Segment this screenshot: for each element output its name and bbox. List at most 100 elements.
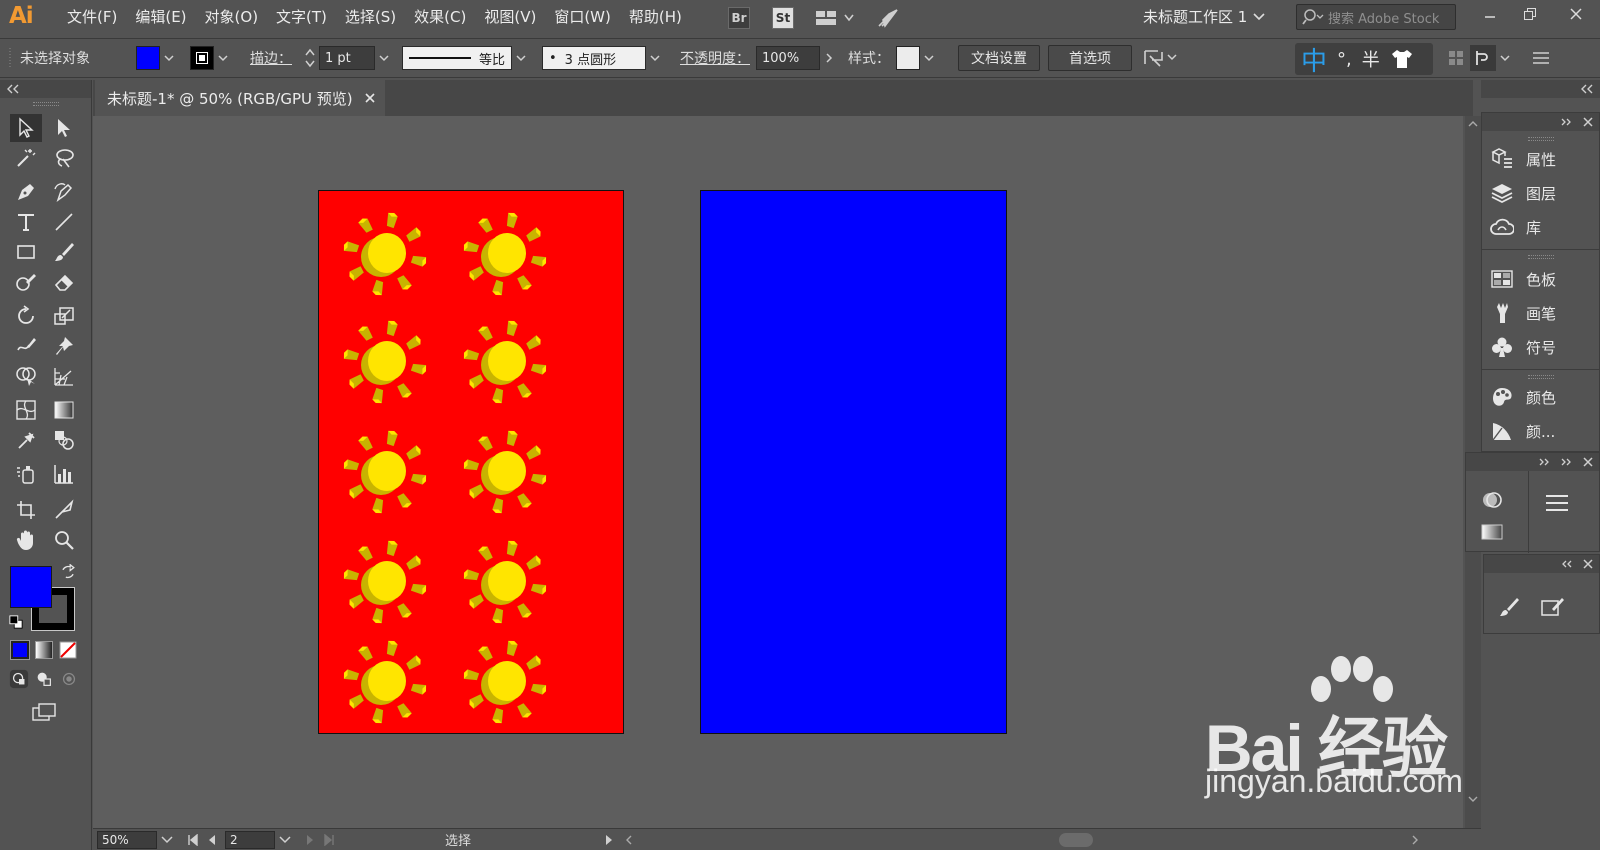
color-panel-item[interactable]: 颜色 <box>1490 381 1590 413</box>
panel-grip[interactable] <box>32 102 59 106</box>
previous-artboard-icon[interactable] <box>207 834 217 846</box>
draw-normal-button[interactable] <box>6 668 32 690</box>
brush-options-icon[interactable] <box>1540 597 1564 617</box>
sun-graphic[interactable] <box>457 317 553 407</box>
color-mode-button[interactable] <box>8 638 32 662</box>
collapse-panel-icon[interactable] <box>6 84 20 94</box>
expand-panels-icon[interactable] <box>1561 458 1573 466</box>
menu-effect[interactable]: 效果(C) <box>405 0 475 34</box>
expand-panels-icon[interactable] <box>1561 118 1573 126</box>
stroke-weight-control[interactable]: 1 pt <box>304 39 393 77</box>
ime-punctuation[interactable]: °, <box>1337 49 1352 70</box>
control-grip[interactable] <box>8 39 12 77</box>
arrange-documents-button[interactable] <box>812 7 860 29</box>
appearance-icon[interactable] <box>1480 489 1504 511</box>
direct-selection-tool[interactable] <box>48 114 80 142</box>
opacity-field[interactable]: 100% <box>756 46 820 70</box>
variable-width-profile[interactable]: 等比 <box>402 39 530 77</box>
fill-color-control[interactable] <box>136 39 178 77</box>
transform-button[interactable] <box>1470 39 1514 77</box>
horizontal-scroll-thumb[interactable] <box>1059 833 1093 847</box>
profile-field[interactable]: 等比 <box>402 46 512 70</box>
stroke-weight-dropdown[interactable] <box>375 46 393 70</box>
none-mode-button[interactable] <box>56 638 80 662</box>
eyedropper-tool[interactable] <box>10 426 42 454</box>
stroke-dropdown[interactable] <box>214 46 232 70</box>
symbols-panel-item[interactable]: 符号 <box>1490 331 1590 363</box>
gradient-panel-icon[interactable] <box>1480 523 1504 541</box>
mesh-tool[interactable] <box>10 396 42 424</box>
paintbrush-tool[interactable] <box>48 238 80 266</box>
sun-graphic[interactable] <box>337 209 433 299</box>
restore-button[interactable] <box>1510 0 1550 28</box>
sun-graphic[interactable] <box>337 637 433 727</box>
close-tab-icon[interactable] <box>365 93 375 103</box>
align-panel-icon[interactable] <box>1544 493 1570 513</box>
menu-select[interactable]: 选择(S) <box>336 0 405 34</box>
sun-graphic[interactable] <box>457 209 553 299</box>
menu-help[interactable]: 帮助(H) <box>620 0 691 34</box>
status-menu-icon[interactable] <box>605 834 613 846</box>
menu-view[interactable]: 视图(V) <box>475 0 545 34</box>
scroll-up-icon[interactable] <box>1468 120 1478 127</box>
stock-button[interactable]: St <box>772 7 794 29</box>
artboard-number-field[interactable]: 2 <box>225 830 275 849</box>
workspace-switcher[interactable]: 未标题工作区 1 <box>1143 0 1265 34</box>
default-fill-stroke-button[interactable] <box>6 612 26 632</box>
artboard-2[interactable] <box>700 190 1007 734</box>
panel-grip[interactable] <box>1528 375 1554 379</box>
panel-grip[interactable] <box>1527 137 1554 141</box>
brush-definition[interactable]: • 3 点圆形 <box>542 39 664 77</box>
sun-graphic[interactable] <box>457 637 553 727</box>
gradient-tool[interactable] <box>48 396 80 424</box>
rectangle-tool[interactable] <box>10 238 42 266</box>
menu-file[interactable]: 文件(F) <box>58 0 126 34</box>
perspective-grid-tool[interactable] <box>48 362 80 390</box>
stroke-label[interactable]: 描边： <box>250 39 292 77</box>
panel-grip[interactable] <box>1528 255 1554 259</box>
properties-panel-item[interactable]: 属性 <box>1490 143 1590 175</box>
puppet-warp-tool[interactable] <box>48 332 80 360</box>
column-graph-tool[interactable] <box>48 460 80 488</box>
profile-dropdown[interactable] <box>512 46 530 70</box>
graphic-style-control[interactable] <box>896 39 938 77</box>
ime-toolbar[interactable]: 中 °, 半 <box>1295 43 1433 77</box>
last-artboard-icon[interactable] <box>323 833 335 846</box>
ime-width[interactable]: 半 <box>1362 46 1380 72</box>
scroll-down-icon[interactable] <box>1468 796 1478 803</box>
transform-dropdown[interactable] <box>1496 46 1514 70</box>
rotate-tool[interactable] <box>10 302 42 330</box>
stroke-swatch[interactable] <box>190 46 214 70</box>
stock-search[interactable]: 搜索 Adobe Stock <box>1296 4 1456 30</box>
line-segment-tool[interactable] <box>48 208 80 236</box>
minimize-button[interactable] <box>1470 0 1510 28</box>
scroll-left-icon[interactable] <box>625 835 633 845</box>
dock-header[interactable] <box>1481 80 1600 98</box>
sun-graphic[interactable] <box>337 537 433 627</box>
libraries-panel-item[interactable]: 库 <box>1490 211 1590 243</box>
hand-tool[interactable] <box>10 526 42 554</box>
skin-icon[interactable] <box>1390 48 1414 70</box>
type-tool[interactable] <box>10 208 42 236</box>
document-tab[interactable]: 未标题-1* @ 50% (RGB/GPU 预览) <box>95 80 385 116</box>
swap-fill-stroke-button[interactable] <box>58 562 78 582</box>
canvas[interactable] <box>93 116 1463 828</box>
menu-object[interactable]: 对象(O) <box>196 0 268 34</box>
opacity-label[interactable]: 不透明度： <box>680 39 750 77</box>
curvature-tool[interactable] <box>48 178 80 206</box>
preferences-button[interactable]: 首选项 <box>1048 45 1132 71</box>
sun-graphic[interactable] <box>337 317 433 407</box>
close-panel-icon[interactable] <box>1583 117 1593 127</box>
stepper-icon[interactable] <box>304 47 316 69</box>
fill-dropdown[interactable] <box>160 46 178 70</box>
sun-graphic[interactable] <box>337 427 433 517</box>
graphic-style-swatch[interactable] <box>896 46 920 70</box>
zoom-dropdown-icon[interactable] <box>161 835 173 844</box>
selection-tool[interactable] <box>10 114 42 142</box>
draw-behind-button[interactable] <box>31 668 57 690</box>
menu-window[interactable]: 窗口(W) <box>545 0 620 34</box>
first-artboard-icon[interactable] <box>187 833 199 846</box>
brush-icon[interactable] <box>1498 597 1520 617</box>
zoom-tool[interactable] <box>48 526 80 554</box>
draw-inside-button[interactable] <box>56 668 82 690</box>
